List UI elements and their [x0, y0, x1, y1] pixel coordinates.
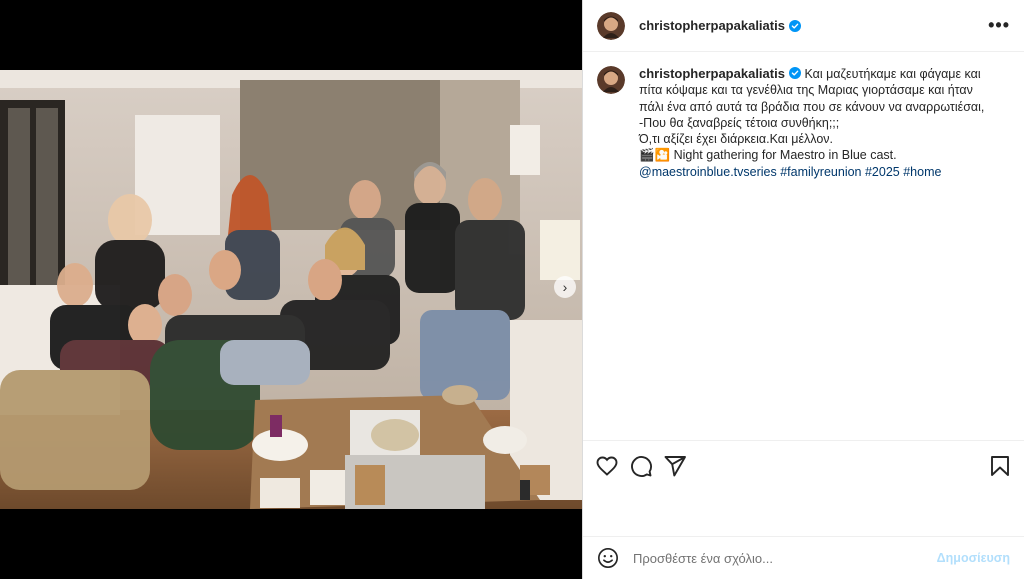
action-bar — [583, 440, 1024, 490]
avatar[interactable] — [597, 11, 625, 40]
caption-line-3: πάλι ένα από αυτά τα βράδια που σε κάνου… — [639, 99, 985, 114]
caption-line-6: 🎬🎦 Night gathering for Maestro in Blue c… — [639, 148, 897, 163]
verified-badge-icon — [788, 67, 801, 79]
verified-badge-icon — [788, 19, 801, 32]
post-details-panel: christopherpapakaliatis ••• christopherp… — [582, 0, 1024, 579]
media-pane: › — [0, 0, 582, 579]
more-options-icon[interactable]: ••• — [988, 15, 1010, 36]
caption-username[interactable]: christopherpapakaliatis — [639, 66, 785, 81]
username[interactable]: christopherpapakaliatis — [639, 18, 785, 33]
caption-line-5: Ό,τι αξίζει έχει διάρκεια.Και μέλλον. — [639, 132, 834, 147]
emoji-icon[interactable] — [597, 547, 619, 569]
like-icon[interactable] — [595, 454, 619, 478]
caption-text: christopherpapakaliatis Και μαζευτήκαμε … — [639, 66, 1005, 180]
caption-line-2: πίτα κόψαμε και τα γενέθλια της Μαριας γ… — [639, 83, 973, 98]
comment-input[interactable] — [633, 550, 923, 566]
caption: christopherpapakaliatis Και μαζευτήκαμε … — [583, 52, 1024, 194]
comment-icon[interactable] — [629, 454, 653, 478]
carousel-next-button[interactable]: › — [554, 276, 576, 298]
save-bookmark-icon[interactable] — [988, 454, 1012, 478]
caption-line-1: Και μαζευτήκαμε και φάγαμε και — [804, 67, 981, 81]
group-photo-illustration — [0, 70, 582, 509]
caption-avatar[interactable] — [597, 66, 625, 94]
post-comment-button[interactable]: Δημοσίευση — [937, 551, 1010, 565]
post-header: christopherpapakaliatis ••• — [583, 0, 1024, 52]
caption-hashtags[interactable]: @maestroinblue.tvseries #familyreunion #… — [639, 165, 941, 179]
comment-bar: Δημοσίευση — [583, 536, 1024, 579]
post-photo[interactable] — [0, 70, 582, 509]
share-icon[interactable] — [663, 454, 687, 478]
post-modal: › christopherpapakaliatis ••• christophe… — [0, 0, 1024, 579]
caption-line-4: -Που θα ξαναβρείς τέτοια συνθήκη;;; — [639, 115, 840, 130]
